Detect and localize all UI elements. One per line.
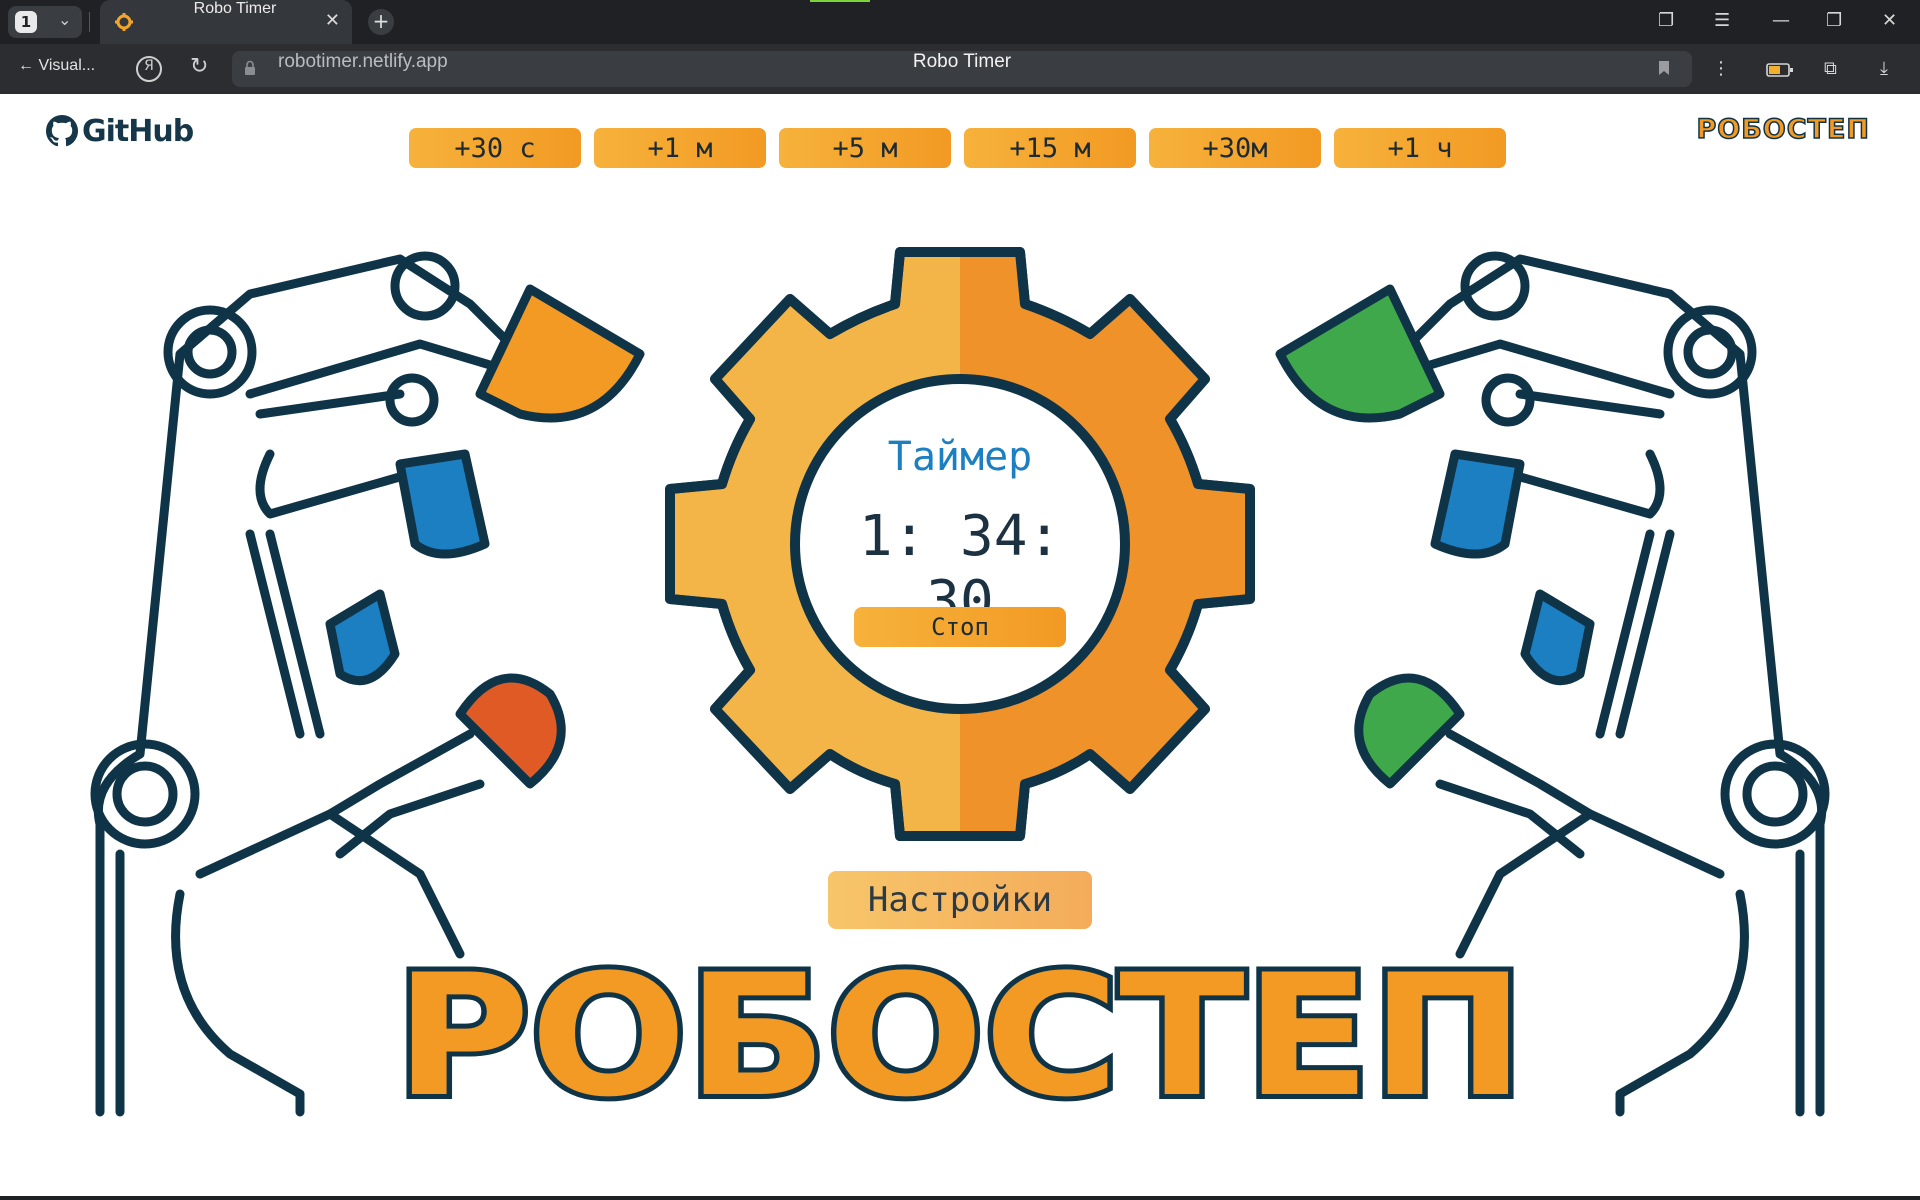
yandex-icon[interactable]: Я xyxy=(136,56,162,82)
collections-icon[interactable]: ❐ xyxy=(1658,10,1674,31)
github-icon xyxy=(46,115,78,147)
logo-word-text: РОБОСТЕП xyxy=(395,944,1525,1124)
timer-title: Таймер xyxy=(887,434,1033,480)
add-30-seconds-button[interactable]: +30 с xyxy=(409,128,581,168)
battery-icon[interactable] xyxy=(1766,62,1794,78)
github-label: GitHub xyxy=(82,113,194,149)
url-field[interactable]: robotimer.netlify.app Robo Timer xyxy=(232,51,1692,87)
address-bar-row: ← Visual... Я ↻ robotimer.netlify.app Ro… xyxy=(0,44,1920,94)
stop-button[interactable]: Стоп xyxy=(854,607,1066,647)
back-button[interactable]: ← Visual... xyxy=(18,57,95,75)
close-tab-icon[interactable]: ✕ xyxy=(325,10,340,31)
gear-favicon-icon xyxy=(115,13,133,31)
tab-counter-button[interactable]: 1 ⌄ xyxy=(8,6,82,38)
restore-window-icon[interactable]: ❐ xyxy=(1826,10,1842,31)
more-options-icon[interactable]: ⋮ xyxy=(1712,58,1730,79)
add-1-minute-button[interactable]: +1 м xyxy=(594,128,766,168)
loading-indicator xyxy=(810,0,870,2)
tab-count: 1 xyxy=(15,11,37,33)
robostep-logo-wordmark: РОБОСТЕП xyxy=(390,944,1530,1124)
add-30-minutes-button[interactable]: +30м xyxy=(1149,128,1321,168)
tab-separator xyxy=(89,12,90,32)
add-time-buttons: +30 с +1 м +5 м +15 м +30м +1 ч xyxy=(409,128,1506,168)
back-label: Visual... xyxy=(38,57,96,74)
page-content: GitHub РОБОСТЕП +30 с +1 м +5 м +15 м +3… xyxy=(0,94,1920,1200)
browser-tab-bar: 1 ⌄ Robo Timer ✕ + ❐ ☰ — ❐ ✕ xyxy=(0,0,1920,44)
bookmark-icon[interactable] xyxy=(1658,60,1670,76)
translate-icon[interactable]: ⧉ xyxy=(1824,58,1837,79)
chevron-down-icon: ⌄ xyxy=(58,10,72,29)
new-tab-button[interactable]: + xyxy=(368,9,394,35)
minimize-icon[interactable]: — xyxy=(1772,10,1790,31)
reload-icon[interactable]: ↻ xyxy=(190,54,208,79)
add-1-hour-button[interactable]: +1 ч xyxy=(1334,128,1506,168)
add-5-minutes-button[interactable]: +5 м xyxy=(779,128,951,168)
menu-icon[interactable]: ☰ xyxy=(1714,10,1730,31)
tab-title: Robo Timer xyxy=(193,0,277,17)
brand-logo-small[interactable]: РОБОСТЕП xyxy=(1696,113,1870,146)
browser-tab[interactable]: Robo Timer ✕ xyxy=(100,0,352,44)
address-page-title: Robo Timer xyxy=(912,51,1012,72)
add-15-minutes-button[interactable]: +15 м xyxy=(964,128,1136,168)
settings-button[interactable]: Настройки xyxy=(828,871,1092,929)
bottom-edge xyxy=(0,1196,1920,1200)
download-icon[interactable]: ⤓ xyxy=(1880,58,1888,79)
github-link[interactable]: GitHub xyxy=(46,112,194,150)
close-window-icon[interactable]: ✕ xyxy=(1882,10,1897,31)
